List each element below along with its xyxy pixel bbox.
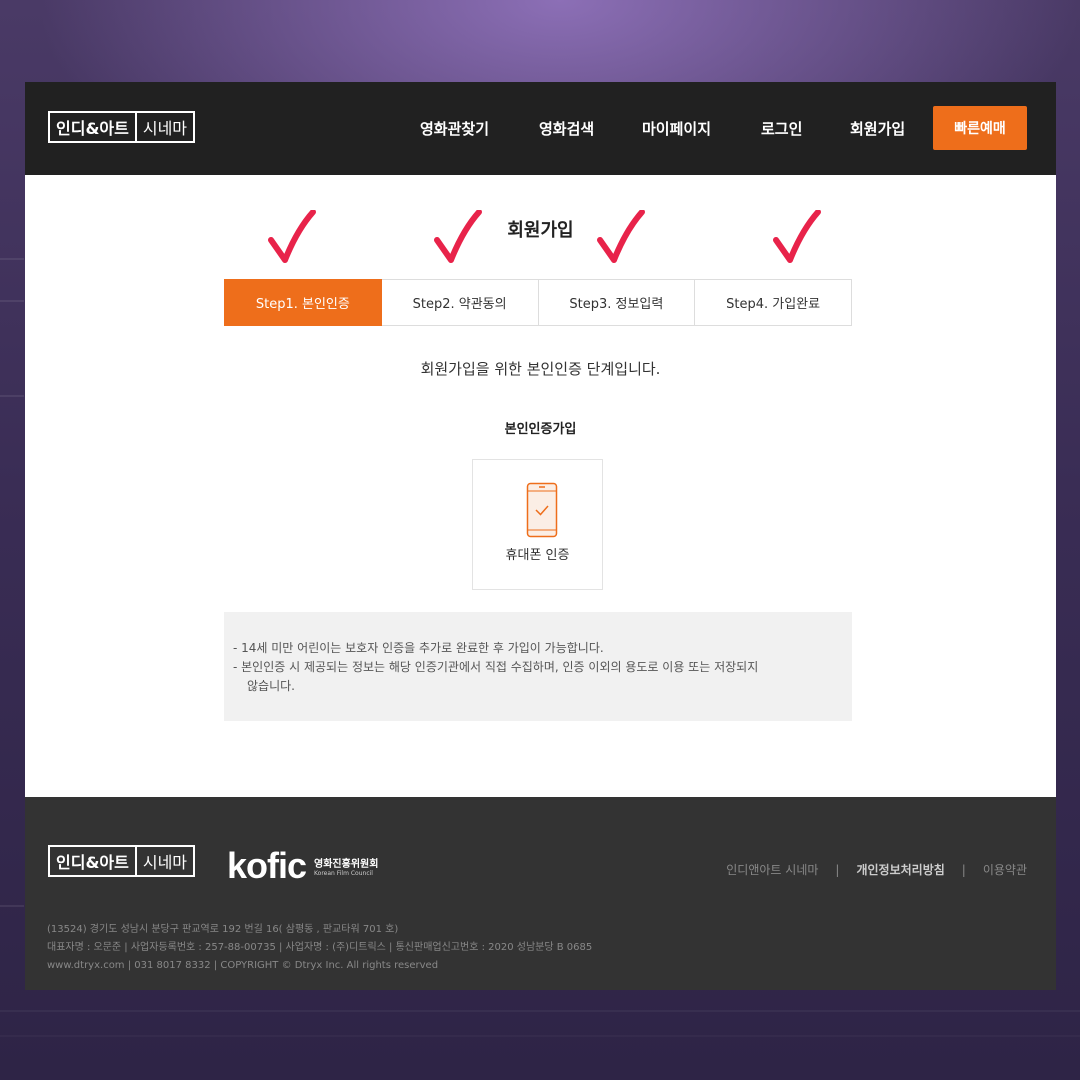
nav-movie-search[interactable]: 영화검색	[539, 118, 594, 139]
step-terms-agreement: Step2. 약관동의	[381, 279, 539, 326]
step-info-input: Step3. 정보입력	[538, 279, 696, 326]
notice-line: - 14세 미만 어린이는 보호자 인증을 추가로 완료한 후 가입이 가능합니…	[233, 641, 604, 655]
footer-logo[interactable]: 인디&아트 시네마	[48, 845, 196, 877]
nav-login[interactable]: 로그인	[761, 118, 802, 139]
background-streak	[0, 258, 24, 260]
nav-signup[interactable]: 회원가입	[850, 118, 905, 139]
footer-link-privacy[interactable]: 개인정보처리방침	[856, 863, 944, 877]
footer-link-terms[interactable]: 이용약관	[983, 863, 1027, 877]
kofic-mark: kofic	[227, 845, 307, 886]
logo-primary: 인디&아트	[56, 119, 129, 138]
background-streak	[0, 1035, 1080, 1037]
background-streak	[0, 1010, 1080, 1012]
footer-links: 인디앤아트 시네마 | 개인정보처리방침 | 이용약관	[726, 863, 1027, 877]
verification-subtitle: 본인인증가입	[504, 422, 577, 437]
background-streak	[0, 905, 24, 907]
footer-business-info: 대표자명 : 오문준 | 사업자등록번호 : 257-88-00735 | 사업…	[47, 942, 593, 953]
footer-link-cinema[interactable]: 인디앤아트 시네마	[726, 863, 818, 877]
background-streak	[0, 300, 24, 302]
footer-copyright: www.dtryx.com | 031 8017 8332 | COPYRIGH…	[47, 960, 439, 971]
page-title: 회원가입	[507, 220, 574, 241]
checkmark-icon	[268, 210, 316, 263]
checkmark-icon	[434, 210, 482, 263]
notice-line: 않습니다.	[247, 679, 295, 693]
site-logo[interactable]: 인디&아트 시네마	[48, 111, 196, 143]
phone-verification-button[interactable]: 휴대폰 인증	[472, 459, 603, 590]
site-header: 인디&아트 시네마 영화관찾기 영화검색 마이페이지 로그인 회원가입 빠른예매	[25, 82, 1056, 175]
footer-company-info: (13524) 경기도 성남시 분당구 판교역로 192 번길 16( 삼평동 …	[47, 921, 592, 975]
site-frame: 인디&아트 시네마 영화관찾기 영화검색 마이페이지 로그인 회원가입 빠른예매…	[25, 82, 1056, 990]
footer-address: (13524) 경기도 성남시 분당구 판교역로 192 번길 16( 삼평동 …	[47, 924, 399, 935]
step-signup-complete: Step4. 가입완료	[695, 279, 852, 326]
logo-primary: 인디&아트	[56, 853, 129, 872]
quick-booking-button[interactable]: 빠른예매	[933, 106, 1027, 150]
kofic-name-en: Korean Film Council	[314, 870, 373, 877]
checkmark-icon	[773, 210, 821, 263]
nav-mypage[interactable]: 마이페이지	[642, 118, 711, 139]
phone-verification-label: 휴대폰 인증	[505, 548, 570, 563]
step-identity-verification: Step1. 본인인증	[224, 279, 382, 326]
signup-steps: Step1. 본인인증 Step2. 약관동의 Step3. 정보입력 Step…	[224, 279, 852, 326]
smartphone-check-icon	[526, 482, 558, 538]
kofic-name: 영화진흥위원회	[314, 859, 379, 870]
nav-find-theater[interactable]: 영화관찾기	[420, 118, 489, 139]
notice-box: - 14세 미만 어린이는 보호자 인증을 추가로 완료한 후 가입이 가능합니…	[224, 612, 852, 721]
step-description: 회원가입을 위한 본인인증 단계입니다.	[420, 360, 661, 378]
notice-line: - 본인인증 시 제공되는 정보는 해당 인증기관에서 직접 수집하며, 인증 …	[233, 660, 759, 674]
logo-secondary: 시네마	[134, 847, 193, 875]
checkmark-icon	[597, 210, 645, 263]
background-streak	[0, 395, 24, 397]
logo-secondary: 시네마	[134, 113, 193, 141]
kofic-logo: kofic 영화진흥위원회 Korean Film Council	[227, 845, 378, 887]
site-footer: 인디&아트 시네마 kofic 영화진흥위원회 Korean Film Coun…	[25, 797, 1056, 990]
